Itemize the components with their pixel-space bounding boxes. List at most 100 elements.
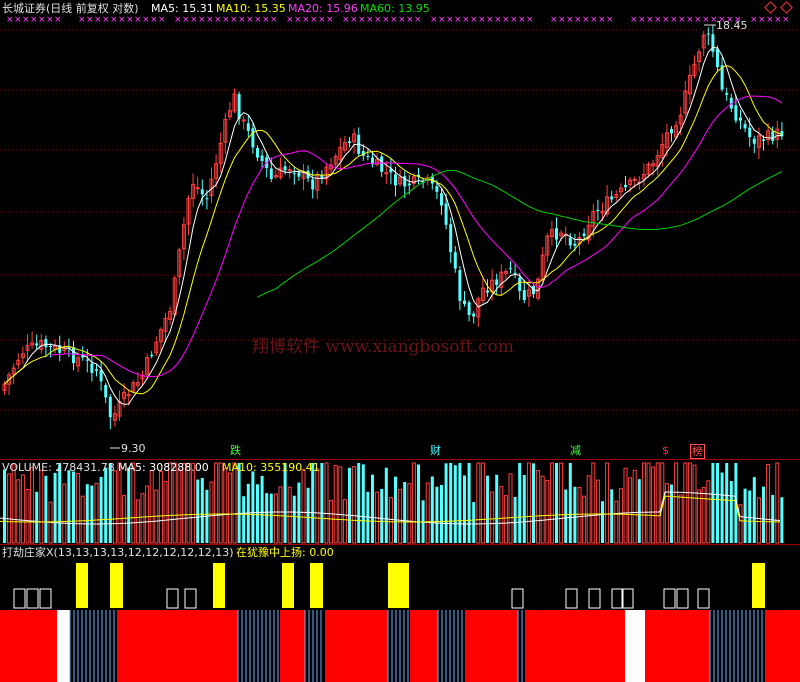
volume-bar (586, 475, 591, 544)
volume-bar (131, 462, 136, 544)
volume-bar (30, 466, 35, 544)
volume-bar (223, 468, 228, 544)
volume-bar (729, 480, 733, 543)
volume-bar (752, 477, 756, 543)
marker-x: × (22, 15, 30, 25)
event-marker-fall[interactable]: 跌 (230, 444, 241, 457)
indicator-box (13, 588, 26, 609)
volume-bar (499, 485, 504, 544)
candle-body (458, 270, 462, 301)
marker-x: × (78, 15, 86, 25)
marker-x: × (598, 15, 606, 25)
candle-body (734, 105, 738, 121)
volume-bar (35, 491, 39, 543)
volume-bar (394, 476, 397, 543)
volume-bar (315, 468, 320, 544)
candle-body (150, 354, 154, 357)
volume-bar (311, 463, 315, 543)
indicator-bar (117, 610, 238, 682)
candle-body (509, 268, 512, 270)
volume-bar (623, 467, 628, 544)
candle-body (85, 359, 89, 361)
volume-bar (135, 499, 140, 544)
volume-bar (145, 485, 150, 544)
volume-bar (568, 463, 572, 543)
volume-bar (532, 463, 535, 543)
candle-body (287, 169, 292, 172)
volume-bar (725, 463, 729, 543)
volume-bar (651, 466, 656, 544)
candle-body (453, 252, 457, 269)
candle-body (126, 394, 131, 397)
marker-x: × (398, 15, 406, 25)
candle-body (463, 300, 466, 304)
volume-bar (218, 462, 223, 544)
volume-bar (342, 499, 347, 544)
indicator-yellow-block (388, 563, 409, 608)
indicator-box (39, 588, 52, 609)
indicator-bar (57, 610, 70, 682)
volume-bar (7, 473, 12, 544)
volume-bar (559, 462, 564, 544)
indicator-yellow-block (110, 563, 123, 608)
event-marker-finance[interactable]: 财 (430, 444, 441, 457)
volume-bar (112, 470, 117, 544)
candle-body (260, 155, 264, 161)
volume-bar (545, 479, 550, 544)
volume-bar (435, 486, 439, 543)
marker-x: × (582, 15, 590, 25)
candle-body (610, 196, 614, 200)
volume-bar (149, 470, 154, 544)
volume-bar (80, 495, 85, 544)
indicator-yellow-block (752, 563, 765, 608)
volume-bar (536, 470, 541, 544)
marker-x: × (94, 15, 102, 25)
indicator-bar (465, 610, 518, 682)
volume-bar (338, 466, 343, 544)
marker-x: × (150, 15, 158, 25)
volume-bar (251, 471, 255, 543)
volume-bar (320, 463, 324, 543)
volume-bar (283, 463, 287, 543)
marker-x: × (182, 15, 190, 25)
volume-bar (53, 472, 57, 543)
candle-body (435, 186, 439, 192)
volume-bar (324, 462, 329, 544)
volume-bar (333, 464, 338, 544)
indicator-bar (645, 610, 710, 682)
volume-bar (90, 485, 94, 543)
marker-x: × (254, 15, 262, 25)
volume-bar (444, 463, 448, 543)
volume-bar (780, 497, 784, 543)
volume-bar (674, 462, 679, 544)
marker-x: × (438, 15, 446, 25)
marker-x: × (694, 15, 702, 25)
indicator-bar (625, 610, 645, 682)
candle-body (624, 184, 627, 188)
volume-bar (163, 481, 168, 544)
indicator-yellow-block (213, 563, 225, 608)
event-marker-reduce[interactable]: 减 (570, 444, 581, 457)
volume-bar (85, 484, 89, 543)
volume-bar (260, 475, 264, 543)
candle-body (771, 131, 775, 141)
marker-x: × (502, 15, 510, 25)
marker-x: × (374, 15, 382, 25)
indicator-box (166, 588, 179, 609)
event-marker-dollar[interactable]: $ (662, 444, 669, 457)
volume-bar (775, 462, 780, 544)
volume-bar (762, 486, 765, 543)
volume-bar (371, 474, 374, 543)
volume-bar (486, 475, 489, 543)
volume-bar (20, 474, 25, 544)
marker-x: × (294, 15, 302, 25)
marker-x: × (406, 15, 414, 25)
volume-bar (191, 462, 196, 544)
marker-x: × (14, 15, 22, 25)
marker-x: × (766, 15, 774, 25)
candle-body (195, 187, 200, 190)
event-marker-rank[interactable]: 榜 (690, 444, 705, 459)
indicator-bar (410, 610, 438, 682)
indicator-box (621, 588, 634, 609)
candle-body (762, 139, 765, 141)
